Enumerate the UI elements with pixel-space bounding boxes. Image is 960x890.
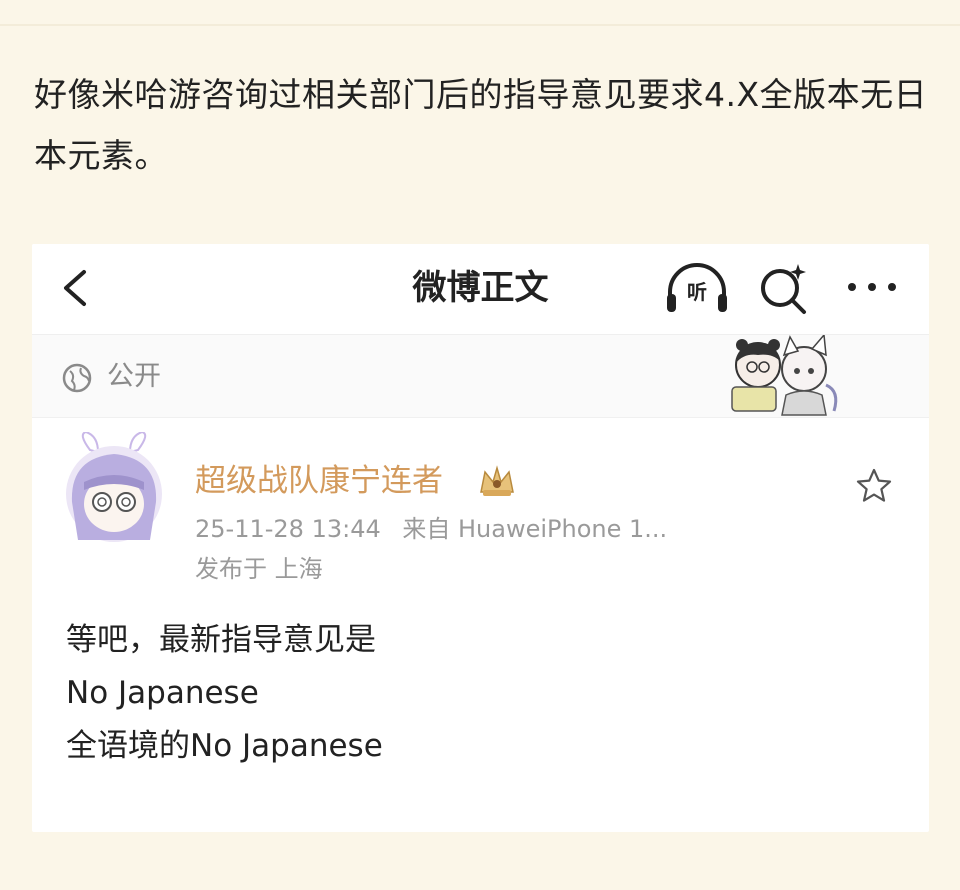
avatar[interactable] [64,432,164,552]
listen-label: 听 [687,280,707,304]
sticker-illustration [731,335,838,416]
author-row: 超级战队康宁连者 25-11-28 13:44 来自 HuaweiPhone 1… [32,418,929,598]
weibo-nav-bar: 微博正文 听 [32,244,929,335]
post-meta: 25-11-28 13:44 来自 HuaweiPhone 1... [195,512,667,546]
post-text: 好像米哈游咨询过相关部门后的指导意见要求4.X全版本无日本元素。 [34,75,928,175]
visibility-bar: 公开 [32,335,929,418]
post-source: 来自 HuaweiPhone 1... [402,515,668,543]
search-icon[interactable] [756,260,812,316]
listen-button[interactable]: 听 [664,262,730,316]
page: 好像米哈游咨询过相关部门后的指导意见要求4.X全版本无日本元素。 微博正文 听 [0,0,960,890]
globe-icon [62,363,92,393]
more-icon[interactable] [842,272,902,302]
weibo-screenshot: 微博正文 听 公开 超级战队康宁连者 25-11-28 13:44 来自 Hua… [32,244,929,832]
divider [0,24,960,26]
post-timestamp: 25-11-28 13:44 [195,515,381,543]
star-icon[interactable] [854,466,894,506]
body-line: No Japanese [66,675,259,711]
username[interactable]: 超级战队康宁连者 [195,460,443,502]
post-location: 发布于 上海 [195,555,323,583]
visibility-label: 公开 [107,361,161,392]
body-line: 全语境的No Japanese [66,728,383,764]
vip-crown-icon [480,465,514,496]
body-line: 等吧，最新指导意见是 [66,622,376,658]
weibo-body: 等吧，最新指导意见是 No Japanese 全语境的No Japanese [66,614,896,773]
